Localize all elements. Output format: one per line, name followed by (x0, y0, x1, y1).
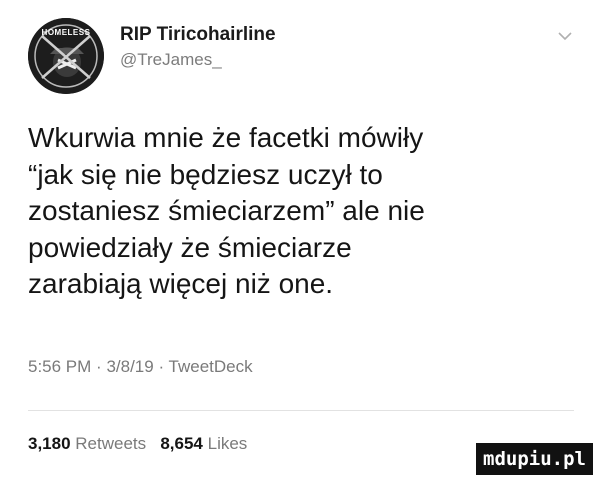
divider (28, 410, 574, 411)
tweet-stats: 3,180 Retweets 8,654 Likes (28, 434, 247, 454)
display-name[interactable]: RIP Tiricohairline (120, 24, 276, 46)
user-handle[interactable]: @TreJames_ (120, 50, 222, 70)
tweet-text: Wkurwia mnie że facetki mówiły “jak się … (28, 122, 425, 299)
likes-label: Likes (207, 434, 248, 453)
chevron-down-icon[interactable] (557, 30, 573, 42)
meta-separator: · (96, 357, 102, 376)
avatar[interactable]: HOMELESS (28, 18, 104, 94)
avatar-label: HOMELESS (41, 28, 91, 37)
tweet-source[interactable]: TweetDeck (169, 357, 253, 376)
meta-separator: · (158, 357, 165, 376)
likes-stat[interactable]: 8,654 Likes (160, 434, 247, 453)
tweet-time[interactable]: 5:56 PM (28, 357, 91, 376)
tweet-date[interactable]: 3/8/19 (106, 357, 153, 376)
tweet-meta: 5:56 PM · 3/8/19 · TweetDeck (28, 357, 253, 377)
watermark: mdupiu.pl (476, 443, 593, 475)
likes-count: 8,654 (160, 434, 203, 453)
retweets-count: 3,180 (28, 434, 71, 453)
retweets-stat[interactable]: 3,180 Retweets (28, 434, 146, 453)
retweets-label: Retweets (75, 434, 147, 453)
